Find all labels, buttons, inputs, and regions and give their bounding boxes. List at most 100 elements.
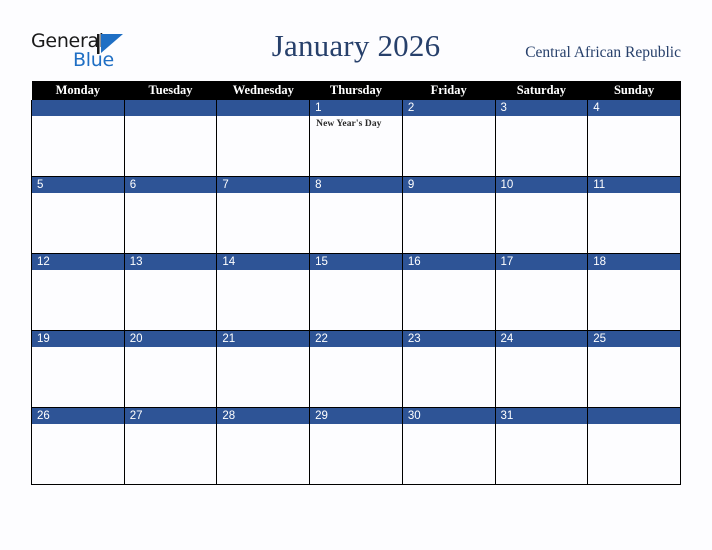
weekday-header-wednesday: Wednesday bbox=[216, 81, 310, 100]
calendar-day-cell[interactable]: 16 bbox=[401, 253, 496, 331]
calendar-day-cell[interactable]: 22 bbox=[309, 330, 403, 408]
day-events bbox=[310, 193, 402, 196]
day-events bbox=[125, 116, 217, 119]
calendar-day-cell[interactable]: 18 bbox=[587, 253, 681, 331]
day-number: 7 bbox=[217, 177, 310, 193]
day-number: 5 bbox=[32, 177, 124, 193]
calendar-day-cell[interactable] bbox=[216, 100, 311, 177]
day-number bbox=[124, 100, 217, 116]
calendar-day-cell[interactable]: 6 bbox=[123, 176, 218, 254]
day-events bbox=[310, 347, 402, 350]
day-events: New Year's Day bbox=[310, 116, 402, 130]
calendar-day-cell[interactable] bbox=[587, 407, 681, 485]
day-number: 28 bbox=[217, 408, 310, 424]
page-header: General Blue January 2026 Central Africa… bbox=[0, 0, 712, 80]
day-events bbox=[496, 270, 588, 273]
calendar-day-cell[interactable]: 17 bbox=[494, 253, 589, 331]
calendar-day-cell[interactable] bbox=[123, 100, 218, 177]
calendar-day-cell[interactable]: 13 bbox=[123, 253, 218, 331]
day-number: 14 bbox=[217, 254, 310, 270]
calendar-day-cell[interactable]: 21 bbox=[216, 330, 311, 408]
day-number: 15 bbox=[310, 254, 402, 270]
calendar-day-cell[interactable]: 24 bbox=[494, 330, 589, 408]
day-events bbox=[310, 424, 402, 427]
day-number: 25 bbox=[588, 331, 680, 347]
day-events bbox=[403, 347, 495, 350]
day-events bbox=[403, 424, 495, 427]
day-events bbox=[588, 347, 680, 350]
day-number: 16 bbox=[402, 254, 495, 270]
calendar-day-cell[interactable]: 28 bbox=[216, 407, 311, 485]
weekday-header-tuesday: Tuesday bbox=[124, 81, 217, 100]
day-events bbox=[496, 347, 588, 350]
calendar-day-cell[interactable]: 19 bbox=[31, 330, 125, 408]
calendar-day-cell[interactable]: 31 bbox=[494, 407, 589, 485]
calendar-day-cell[interactable]: 30 bbox=[401, 407, 496, 485]
calendar-day-cell[interactable]: 25 bbox=[587, 330, 681, 408]
weekday-header-monday: Monday bbox=[31, 81, 125, 100]
calendar-day-cell[interactable] bbox=[31, 100, 125, 177]
calendar-day-cell[interactable]: 7 bbox=[216, 176, 311, 254]
day-events bbox=[588, 424, 680, 427]
calendar-body: 1 New Year's Day 2 3 4 5 6 7 8 9 10 11 12 13 14 15 16 17 1… bbox=[31, 100, 681, 485]
calendar-week-row: 1 New Year's Day 2 3 4 bbox=[31, 100, 681, 177]
calendar-day-cell[interactable]: 1 New Year's Day bbox=[309, 100, 403, 177]
day-events bbox=[403, 270, 495, 273]
calendar-day-cell[interactable]: 29 bbox=[309, 407, 403, 485]
day-events bbox=[217, 424, 309, 427]
weekday-header-saturday: Saturday bbox=[495, 81, 588, 100]
calendar-day-cell[interactable]: 10 bbox=[494, 176, 589, 254]
calendar-day-cell[interactable]: 11 bbox=[587, 176, 681, 254]
day-number bbox=[217, 100, 310, 116]
day-number: 30 bbox=[402, 408, 495, 424]
calendar-day-cell[interactable]: 15 bbox=[309, 253, 403, 331]
calendar-day-cell[interactable]: 14 bbox=[216, 253, 311, 331]
day-number: 19 bbox=[32, 331, 124, 347]
day-number: 2 bbox=[402, 100, 495, 116]
day-events bbox=[310, 270, 402, 273]
day-number bbox=[588, 408, 680, 424]
day-number bbox=[32, 100, 124, 116]
calendar-day-cell[interactable]: 20 bbox=[123, 330, 218, 408]
calendar-day-cell[interactable]: 4 bbox=[587, 100, 681, 177]
calendar-week-row: 26 27 28 29 30 31 bbox=[31, 407, 681, 485]
day-number: 22 bbox=[310, 331, 402, 347]
calendar-day-cell[interactable]: 23 bbox=[401, 330, 496, 408]
holiday-label: New Year's Day bbox=[316, 119, 382, 129]
day-events bbox=[125, 193, 217, 196]
calendar-day-cell[interactable]: 3 bbox=[494, 100, 589, 177]
calendar-week-row: 19 20 21 22 23 24 25 bbox=[31, 330, 681, 408]
calendar-page: General Blue January 2026 Central Africa… bbox=[0, 0, 712, 550]
weekday-header-friday: Friday bbox=[402, 81, 496, 100]
day-number: 13 bbox=[124, 254, 217, 270]
day-events bbox=[217, 347, 309, 350]
calendar-day-cell[interactable]: 27 bbox=[123, 407, 218, 485]
calendar-day-cell[interactable]: 9 bbox=[401, 176, 496, 254]
calendar-day-cell[interactable]: 12 bbox=[31, 253, 125, 331]
day-number: 29 bbox=[310, 408, 402, 424]
day-number: 21 bbox=[217, 331, 310, 347]
day-events bbox=[403, 116, 495, 119]
day-number: 23 bbox=[402, 331, 495, 347]
day-events bbox=[217, 270, 309, 273]
day-events bbox=[32, 270, 124, 273]
day-number: 20 bbox=[124, 331, 217, 347]
day-number: 10 bbox=[495, 177, 588, 193]
day-events bbox=[32, 424, 124, 427]
calendar-day-cell[interactable]: 2 bbox=[401, 100, 496, 177]
day-events bbox=[217, 116, 309, 119]
day-number: 27 bbox=[124, 408, 217, 424]
day-number: 26 bbox=[32, 408, 124, 424]
day-number: 18 bbox=[588, 254, 680, 270]
calendar-day-cell[interactable]: 26 bbox=[31, 407, 125, 485]
day-events bbox=[496, 424, 588, 427]
day-events bbox=[588, 193, 680, 196]
calendar-day-cell[interactable]: 8 bbox=[309, 176, 403, 254]
day-number: 9 bbox=[402, 177, 495, 193]
calendar-week-row: 5 6 7 8 9 10 11 bbox=[31, 176, 681, 254]
day-number: 24 bbox=[495, 331, 588, 347]
calendar-day-cell[interactable]: 5 bbox=[31, 176, 125, 254]
day-events bbox=[588, 270, 680, 273]
day-number: 8 bbox=[310, 177, 402, 193]
day-number: 6 bbox=[124, 177, 217, 193]
